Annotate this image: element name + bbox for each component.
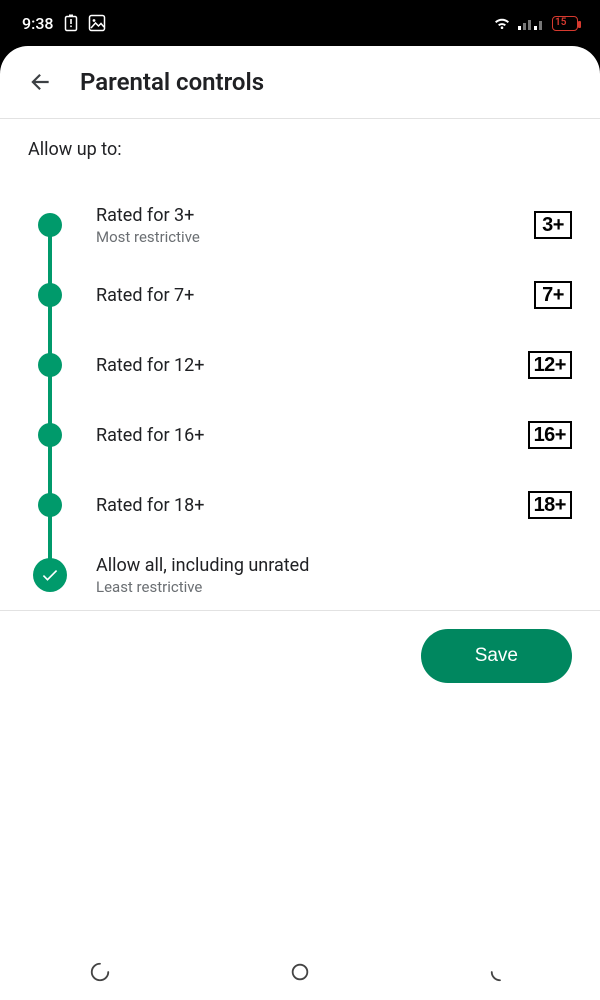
rating-badge: 16+ <box>528 421 572 449</box>
image-icon <box>88 14 106 32</box>
battery-icon: 15 <box>552 16 578 31</box>
rating-options: Rated for 3+ Most restrictive 3+ Rated f… <box>28 190 572 610</box>
option-label: Rated for 12+ <box>96 355 512 376</box>
page-title: Parental controls <box>80 68 264 96</box>
wifi-icon <box>492 15 512 31</box>
option-dot <box>38 213 62 237</box>
option-label: Rated for 7+ <box>96 285 512 306</box>
option-rated-12[interactable]: Rated for 12+ 12+ <box>28 330 572 400</box>
system-nav-bar <box>0 944 600 1000</box>
option-sublabel: Least restrictive <box>96 578 512 596</box>
nav-recent-button[interactable] <box>60 952 140 992</box>
battery-percent: 15 <box>555 18 566 28</box>
nav-home-button[interactable] <box>260 952 340 992</box>
option-label: Rated for 3+ <box>96 205 512 226</box>
status-bar: 9:38 15 <box>0 0 600 46</box>
option-label: Allow all, including unrated <box>96 555 512 576</box>
option-dot <box>38 353 62 377</box>
option-rated-18[interactable]: Rated for 18+ 18+ <box>28 470 572 540</box>
option-rated-7[interactable]: Rated for 7+ 7+ <box>28 260 572 330</box>
nav-back-button[interactable] <box>460 952 540 992</box>
rating-badge: 3+ <box>534 211 572 239</box>
rating-badge: 18+ <box>528 491 572 519</box>
option-rated-16[interactable]: Rated for 16+ 16+ <box>28 400 572 470</box>
back-button[interactable] <box>18 60 62 104</box>
option-dot-selected <box>33 558 67 592</box>
save-button[interactable]: Save <box>421 629 572 683</box>
signal-icon <box>518 15 546 31</box>
section-label: Allow up to: <box>28 139 572 160</box>
option-label: Rated for 18+ <box>96 495 512 516</box>
status-time: 9:38 <box>22 14 54 33</box>
option-dot <box>38 493 62 517</box>
rating-badge: 7+ <box>534 281 572 309</box>
option-dot <box>38 283 62 307</box>
option-dot <box>38 423 62 447</box>
option-allow-all[interactable]: Allow all, including unrated Least restr… <box>28 540 572 610</box>
option-sublabel: Most restrictive <box>96 228 512 246</box>
app-bar: Parental controls <box>0 46 600 118</box>
option-label: Rated for 16+ <box>96 425 512 446</box>
battery-alert-icon <box>64 14 78 32</box>
check-icon <box>40 565 60 585</box>
rating-badge: 12+ <box>528 351 572 379</box>
option-rated-3[interactable]: Rated for 3+ Most restrictive 3+ <box>28 190 572 260</box>
